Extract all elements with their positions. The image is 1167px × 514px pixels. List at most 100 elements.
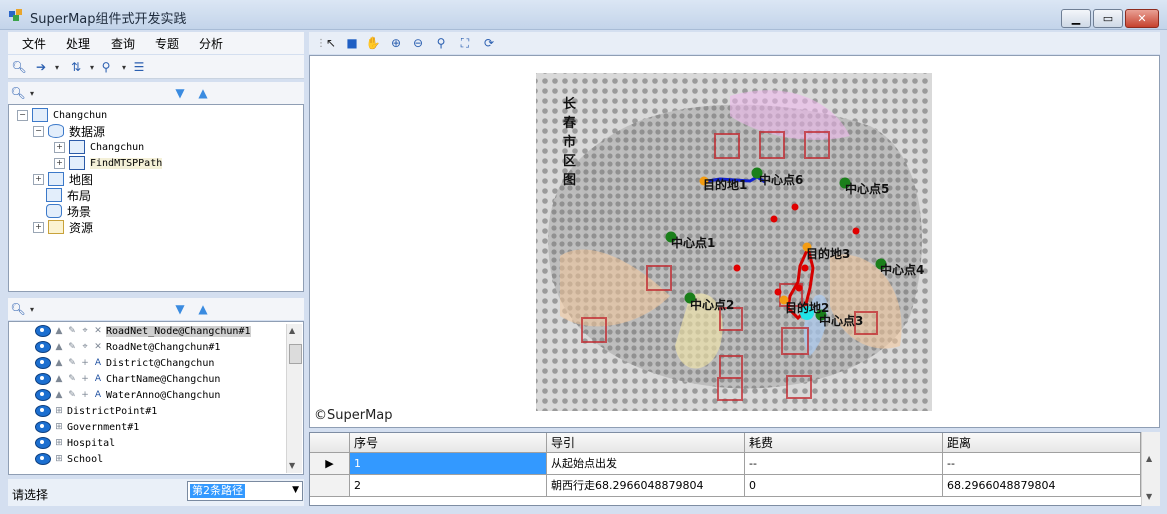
zoom-in-icon[interactable]: ⊕ [388, 35, 404, 51]
sort-icon[interactable]: ⇅ [68, 59, 84, 75]
visible-icon[interactable] [35, 389, 51, 401]
layer-row[interactable]: ▲ ✎ + A District@Changchun [9, 355, 287, 371]
grid-cell[interactable]: 1 [350, 453, 547, 475]
path-select[interactable]: 第2条路径 ▼ [187, 481, 303, 501]
menu-thematic[interactable]: 专题 [155, 35, 179, 52]
expand-icon[interactable]: + [33, 221, 44, 233]
move-up-icon[interactable]: ▲ [195, 85, 211, 101]
snap-icon[interactable]: + [80, 374, 90, 384]
navigate-icon[interactable]: ➔ [33, 59, 49, 75]
row-indicator[interactable] [310, 475, 350, 497]
collapse-icon[interactable]: − [17, 109, 28, 121]
map-view[interactable]: 长 春 市 区 图 中心点1 中心点2 中心点3 中心点4 中心点5 中心点6 … [309, 55, 1160, 428]
grid-header[interactable]: 导引 [547, 433, 745, 453]
snap-icon[interactable]: + [80, 358, 90, 368]
pan-icon[interactable]: ✋ [365, 35, 381, 51]
dropdown-arrow-icon[interactable]: ▼ [292, 485, 299, 495]
snap-icon[interactable]: ⌖ [80, 326, 90, 336]
visible-icon[interactable] [35, 325, 51, 337]
list-icon[interactable]: ☰ [131, 59, 147, 75]
layer-row[interactable]: ▲ ✎ ⌖ ✕ RoadNet_Node@Changchun#1 [9, 323, 287, 339]
grid-cell[interactable]: 从起始点出发 [547, 453, 745, 475]
pointer-icon[interactable]: ↖ [323, 35, 339, 51]
dropdown-arrow-icon[interactable]: ▾ [116, 59, 132, 75]
zoom-out-icon[interactable]: ⊖ [410, 35, 426, 51]
menu-file[interactable]: 文件 [22, 35, 46, 52]
select-icon[interactable]: ▲ [54, 342, 64, 352]
dropdown-arrow-icon[interactable]: ▾ [49, 59, 65, 75]
refresh-icon[interactable]: ⟳ [481, 35, 497, 51]
layer-row[interactable]: ▲ ✎ + A ChartName@Changchun [9, 371, 287, 387]
close-button[interactable]: ✕ [1125, 9, 1159, 28]
select-icon[interactable]: ▲ [54, 358, 64, 368]
grid-scrollbar[interactable]: ▲ ▼ [1141, 432, 1160, 506]
edit-icon[interactable]: ✎ [67, 390, 77, 400]
filter-icon[interactable]: ⚲ [98, 59, 114, 75]
select-icon[interactable]: ▲ [54, 326, 64, 336]
edit-icon[interactable]: ✎ [67, 358, 77, 368]
move-up-icon[interactable]: ▲ [195, 301, 211, 317]
layer-row[interactable]: ⊞ School [9, 451, 287, 467]
map-canvas[interactable]: 长 春 市 区 图 中心点1 中心点2 中心点3 中心点4 中心点5 中心点6 … [310, 56, 1159, 427]
tree-root[interactable]: − Changchun [17, 107, 107, 123]
expand-icon[interactable]: + [54, 141, 65, 153]
move-down-icon[interactable]: ▼ [172, 301, 188, 317]
dropdown-arrow-icon[interactable]: ▾ [24, 85, 40, 101]
tree-scenes[interactable]: 场景 [46, 203, 91, 219]
move-down-icon[interactable]: ▼ [172, 85, 188, 101]
edit-icon[interactable]: ✎ [67, 374, 77, 384]
collapse-icon[interactable]: − [33, 125, 44, 137]
scroll-thumb[interactable] [289, 344, 302, 364]
layer-row[interactable]: ⊞ Government#1 [9, 419, 287, 435]
grid-cell[interactable]: -- [745, 453, 943, 475]
grid-header[interactable]: 序号 [350, 433, 547, 453]
grid-cell[interactable]: 68.2966048879804 [943, 475, 1141, 497]
layer-scrollbar[interactable]: ▲ ▼ [286, 324, 302, 473]
layer-row[interactable]: ⊞ Hospital [9, 435, 287, 451]
menu-process[interactable]: 处理 [66, 35, 90, 52]
layer-row[interactable]: ⊞ DistrictPoint#1 [9, 403, 287, 419]
tree-datasource-item[interactable]: + Changchun [54, 139, 144, 155]
snap-icon[interactable]: ⌖ [80, 342, 90, 352]
visible-icon[interactable] [35, 453, 51, 465]
visible-icon[interactable] [35, 405, 51, 417]
scroll-down-icon[interactable]: ▼ [1146, 492, 1152, 501]
grid-cell[interactable]: 2 [350, 475, 547, 497]
edit-icon[interactable]: ✎ [67, 342, 77, 352]
menu-analysis[interactable]: 分析 [199, 35, 223, 52]
expand-icon[interactable]: + [33, 173, 44, 185]
maximize-button[interactable]: ▭ [1093, 9, 1123, 28]
layer-row[interactable]: ▲ ✎ + A WaterAnno@Changchun [9, 387, 287, 403]
grid-cell[interactable]: 朝西行走68.2966048879804 [547, 475, 745, 497]
snap-icon[interactable]: + [80, 390, 90, 400]
grid-header[interactable]: 耗费 [745, 433, 943, 453]
visible-icon[interactable] [35, 373, 51, 385]
scroll-down-icon[interactable]: ▼ [289, 461, 295, 470]
row-indicator[interactable]: ▶ [310, 453, 350, 475]
menu-query[interactable]: 查询 [111, 35, 135, 52]
scroll-up-icon[interactable]: ▲ [289, 326, 295, 335]
grid-cell[interactable]: -- [943, 453, 1141, 475]
search-icon[interactable]: 🔍︎ [11, 59, 27, 75]
visible-icon[interactable] [35, 437, 51, 449]
tree-layouts[interactable]: 布局 [46, 187, 91, 203]
tree-datasources[interactable]: − 数据源 [33, 123, 105, 139]
full-extent-icon[interactable]: ⛶ [457, 35, 473, 51]
select-icon[interactable]: ■ [344, 35, 360, 51]
layer-row[interactable]: ▲ ✎ ⌖ ✕ RoadNet@Changchun#1 [9, 339, 287, 355]
zoom-free-icon[interactable]: ⚲ [433, 35, 449, 51]
select-icon[interactable]: ▲ [54, 374, 64, 384]
dropdown-arrow-icon[interactable]: ▾ [24, 301, 40, 317]
tree-resources[interactable]: + 资源 [33, 219, 93, 235]
tree-datasource-item[interactable]: + FindMTSPPath [54, 155, 163, 171]
scroll-up-icon[interactable]: ▲ [1146, 454, 1152, 463]
expand-icon[interactable]: + [54, 157, 65, 169]
visible-icon[interactable] [35, 421, 51, 433]
grid-header[interactable]: 距离 [943, 433, 1141, 453]
visible-icon[interactable] [35, 341, 51, 353]
grid-cell[interactable]: 0 [745, 475, 943, 497]
visible-icon[interactable] [35, 357, 51, 369]
tree-maps[interactable]: + 地图 [33, 171, 93, 187]
minimize-button[interactable]: ▁ [1061, 9, 1091, 28]
edit-icon[interactable]: ✎ [67, 326, 77, 336]
